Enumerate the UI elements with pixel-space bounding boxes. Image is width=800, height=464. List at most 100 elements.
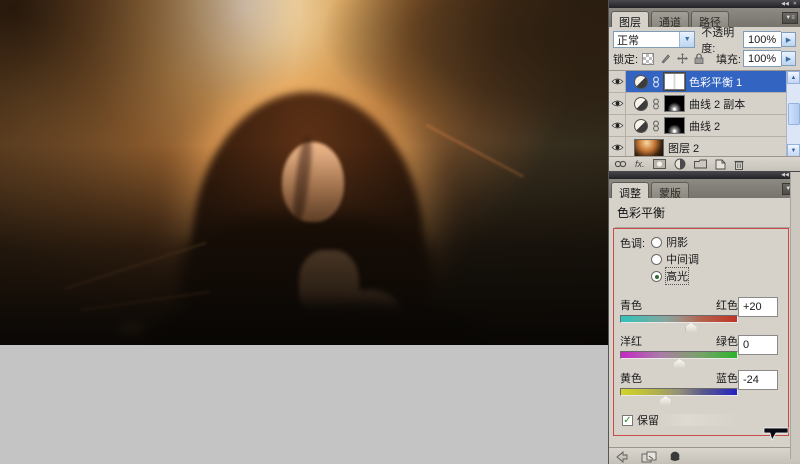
visibility-toggle[interactable] xyxy=(609,93,626,114)
switch-panel-view-icon[interactable] xyxy=(641,451,657,463)
color-balance-editor: 色彩平衡 色调: 阴影 中间调 高光 青色 红色 +20 洋红 绿色 0 黄色 … xyxy=(609,198,800,447)
layer-name[interactable]: 色彩平衡 1 xyxy=(689,74,742,90)
eye-icon xyxy=(611,122,623,129)
spinner-arrow-icon[interactable]: ▶ xyxy=(781,51,796,66)
yellow-blue-value-field[interactable]: -24 xyxy=(738,370,778,390)
visibility-toggle[interactable] xyxy=(609,71,626,92)
tab-channels[interactable]: 通道 xyxy=(651,11,689,29)
close-panel-icon[interactable]: ✕ xyxy=(793,1,797,7)
toggle-visibility-eye-icon[interactable] xyxy=(669,451,681,463)
lock-transparency-icon[interactable] xyxy=(642,52,655,65)
layer-row-curves-2-copy[interactable]: 曲线 2 副本 xyxy=(609,93,800,115)
layers-tabbar: 图层 通道 路径 ▼≡ xyxy=(609,8,800,29)
layer-mask-link-icon[interactable] xyxy=(652,76,660,88)
tab-adjustments[interactable]: 调整 xyxy=(611,182,649,200)
lock-all-icon[interactable] xyxy=(693,53,705,65)
back-arrow-icon[interactable] xyxy=(615,451,629,463)
canvas-area xyxy=(0,0,608,464)
fill-field[interactable]: 100% ▶ xyxy=(743,50,796,67)
eye-icon xyxy=(611,78,623,85)
new-layer-icon[interactable] xyxy=(715,158,726,170)
blend-mode-select[interactable]: 正常 ▼ xyxy=(613,31,696,48)
scroll-down-icon[interactable]: ▼ xyxy=(787,144,800,156)
spinner-arrow-icon[interactable]: ▶ xyxy=(781,32,796,47)
scrollbar-thumb[interactable] xyxy=(788,103,800,125)
tone-option-label[interactable]: 中间调 xyxy=(666,251,699,267)
adjustments-panel: ◀◀ ✕ 调整 蒙版 ▼≡ 色彩平衡 色调: 阴影 xyxy=(609,171,800,464)
preserve-luminosity-checkbox-row[interactable]: ✓ 保留 xyxy=(622,412,741,428)
mouse-cursor xyxy=(763,427,789,441)
layers-list: 色彩平衡 1 曲线 2 副本 曲线 2 图层 2 ▲ ▼ xyxy=(609,70,800,156)
yellow-blue-slider-group: 黄色 蓝色 -24 xyxy=(620,370,784,405)
slider-thumb[interactable] xyxy=(674,359,685,368)
layers-controls: 正常 ▼ 不透明度: 100% ▶ 锁定: 填充: 100% ▶ xyxy=(609,27,800,70)
layer-mask-link-icon[interactable] xyxy=(652,98,660,110)
layer-mask-thumbnail[interactable] xyxy=(664,117,685,134)
opacity-field[interactable]: 100% ▶ xyxy=(743,31,796,48)
lock-pixels-icon[interactable] xyxy=(659,53,671,65)
label-fade-overlay xyxy=(661,414,741,426)
magenta-green-slider-group: 洋红 绿色 0 xyxy=(620,333,784,368)
photo-document[interactable] xyxy=(0,0,608,345)
yellow-blue-slider-track[interactable] xyxy=(620,388,738,405)
radio-icon[interactable] xyxy=(651,253,663,265)
scroll-up-icon[interactable]: ▲ xyxy=(787,71,800,84)
layers-panel: ◀◀ ✕ 图层 通道 路径 ▼≡ 正常 ▼ 不透明度: 100% ▶ 锁定: 填… xyxy=(609,0,800,171)
layer-mask-thumbnail[interactable] xyxy=(663,72,686,91)
layer-name[interactable]: 曲线 2 xyxy=(689,118,720,134)
panel-dock: ◀◀ ✕ 图层 通道 路径 ▼≡ 正常 ▼ 不透明度: 100% ▶ 锁定: 填… xyxy=(608,0,800,464)
slider-thumb[interactable] xyxy=(685,323,697,332)
layers-panel-titlebar: ◀◀ ✕ xyxy=(609,0,800,8)
layer-image-thumbnail[interactable] xyxy=(634,138,664,156)
lock-position-icon[interactable] xyxy=(676,53,688,65)
tone-option-midtones[interactable]: 中间调 xyxy=(651,252,699,266)
cyan-red-slider-group: 青色 红色 +20 xyxy=(620,297,784,332)
layers-scrollbar[interactable]: ▲ ▼ xyxy=(786,71,800,156)
layer-name[interactable]: 图层 2 xyxy=(668,140,699,156)
cyan-red-value-field[interactable]: +20 xyxy=(738,297,778,317)
delete-layer-icon[interactable] xyxy=(734,158,744,170)
tab-masks[interactable]: 蒙版 xyxy=(651,182,689,200)
radio-icon[interactable] xyxy=(651,236,663,248)
panel-menu-icon[interactable]: ▼≡ xyxy=(782,12,798,24)
slider-left-label: 青色 xyxy=(620,300,642,312)
tab-paths[interactable]: 路径 xyxy=(691,11,729,29)
magenta-green-value-field[interactable]: 0 xyxy=(738,335,778,355)
tone-option-shadows[interactable]: 阴影 xyxy=(651,235,699,249)
chevron-down-icon[interactable]: ▼ xyxy=(679,32,695,47)
tone-option-label[interactable]: 高光 xyxy=(665,267,690,285)
adjustments-tabbar: 调整 蒙版 ▼≡ xyxy=(609,179,800,200)
visibility-toggle[interactable] xyxy=(609,137,626,156)
visibility-toggle[interactable] xyxy=(609,115,626,136)
checkbox-check-icon[interactable]: ✓ xyxy=(622,414,633,426)
add-layer-mask-icon[interactable] xyxy=(652,158,666,170)
link-layers-icon[interactable] xyxy=(614,158,627,170)
cyan-red-slider-track[interactable] xyxy=(620,315,738,332)
magenta-green-slider-track[interactable] xyxy=(620,351,738,368)
layer-row-color-balance-1[interactable]: 色彩平衡 1 xyxy=(609,71,800,93)
tutorial-annotation-rectangle: 色调: 阴影 中间调 高光 青色 红色 +20 洋红 绿色 0 黄色 蓝色 -2… xyxy=(613,228,789,436)
tone-option-label[interactable]: 阴影 xyxy=(666,234,688,250)
opacity-value[interactable]: 100% xyxy=(743,31,781,48)
layers-panel-footer: fx. xyxy=(609,156,800,171)
slider-left-label: 黄色 xyxy=(620,373,642,385)
layer-mask-link-icon[interactable] xyxy=(652,120,660,132)
layer-row-layer-2[interactable]: 图层 2 xyxy=(609,137,800,156)
slider-thumb[interactable] xyxy=(660,396,672,405)
eye-icon xyxy=(611,144,623,151)
collapse-panel-icon[interactable]: ◀◀ xyxy=(781,172,789,178)
layer-row-curves-2[interactable]: 曲线 2 xyxy=(609,115,800,137)
new-adjustment-layer-icon[interactable] xyxy=(674,158,686,170)
layer-style-fx-icon[interactable]: fx. xyxy=(635,158,645,170)
layer-name[interactable]: 曲线 2 副本 xyxy=(689,96,745,112)
fill-value[interactable]: 100% xyxy=(743,50,781,67)
bottom-shadow xyxy=(0,0,608,345)
layer-mask-thumbnail[interactable] xyxy=(664,95,685,112)
radio-icon[interactable] xyxy=(651,270,663,282)
tab-layers[interactable]: 图层 xyxy=(611,11,649,29)
new-group-icon[interactable] xyxy=(693,158,707,170)
slider-right-label: 绿色 xyxy=(716,336,738,348)
collapse-panel-icon[interactable]: ◀◀ xyxy=(781,1,789,7)
preserve-luminosity-label[interactable]: 保留 xyxy=(637,412,659,428)
tone-option-highlights[interactable]: 高光 xyxy=(651,267,699,285)
